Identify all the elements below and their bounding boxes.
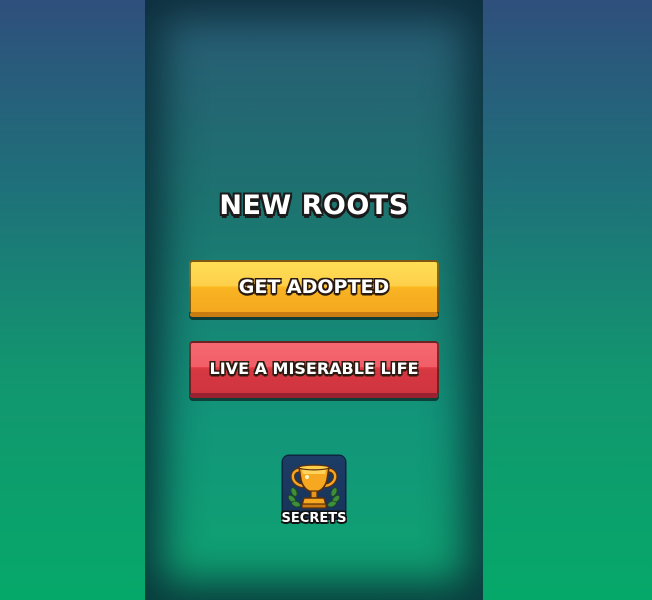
trophy-icon	[287, 464, 341, 509]
game-screen: NEW ROOTS GET ADOPTED LIVE A MISERABLE L…	[145, 0, 483, 600]
live-miserable-life-label: LIVE A MISERABLE LIFE	[209, 358, 419, 378]
game-title: NEW ROOTS	[219, 190, 409, 221]
live-miserable-life-button[interactable]: LIVE A MISERABLE LIFE	[189, 341, 439, 398]
secrets-label: SECRETS	[281, 511, 347, 526]
get-adopted-button[interactable]: GET ADOPTED	[189, 260, 439, 317]
get-adopted-label: GET ADOPTED	[238, 276, 390, 298]
secrets-button[interactable]: SECRETS	[282, 456, 346, 528]
